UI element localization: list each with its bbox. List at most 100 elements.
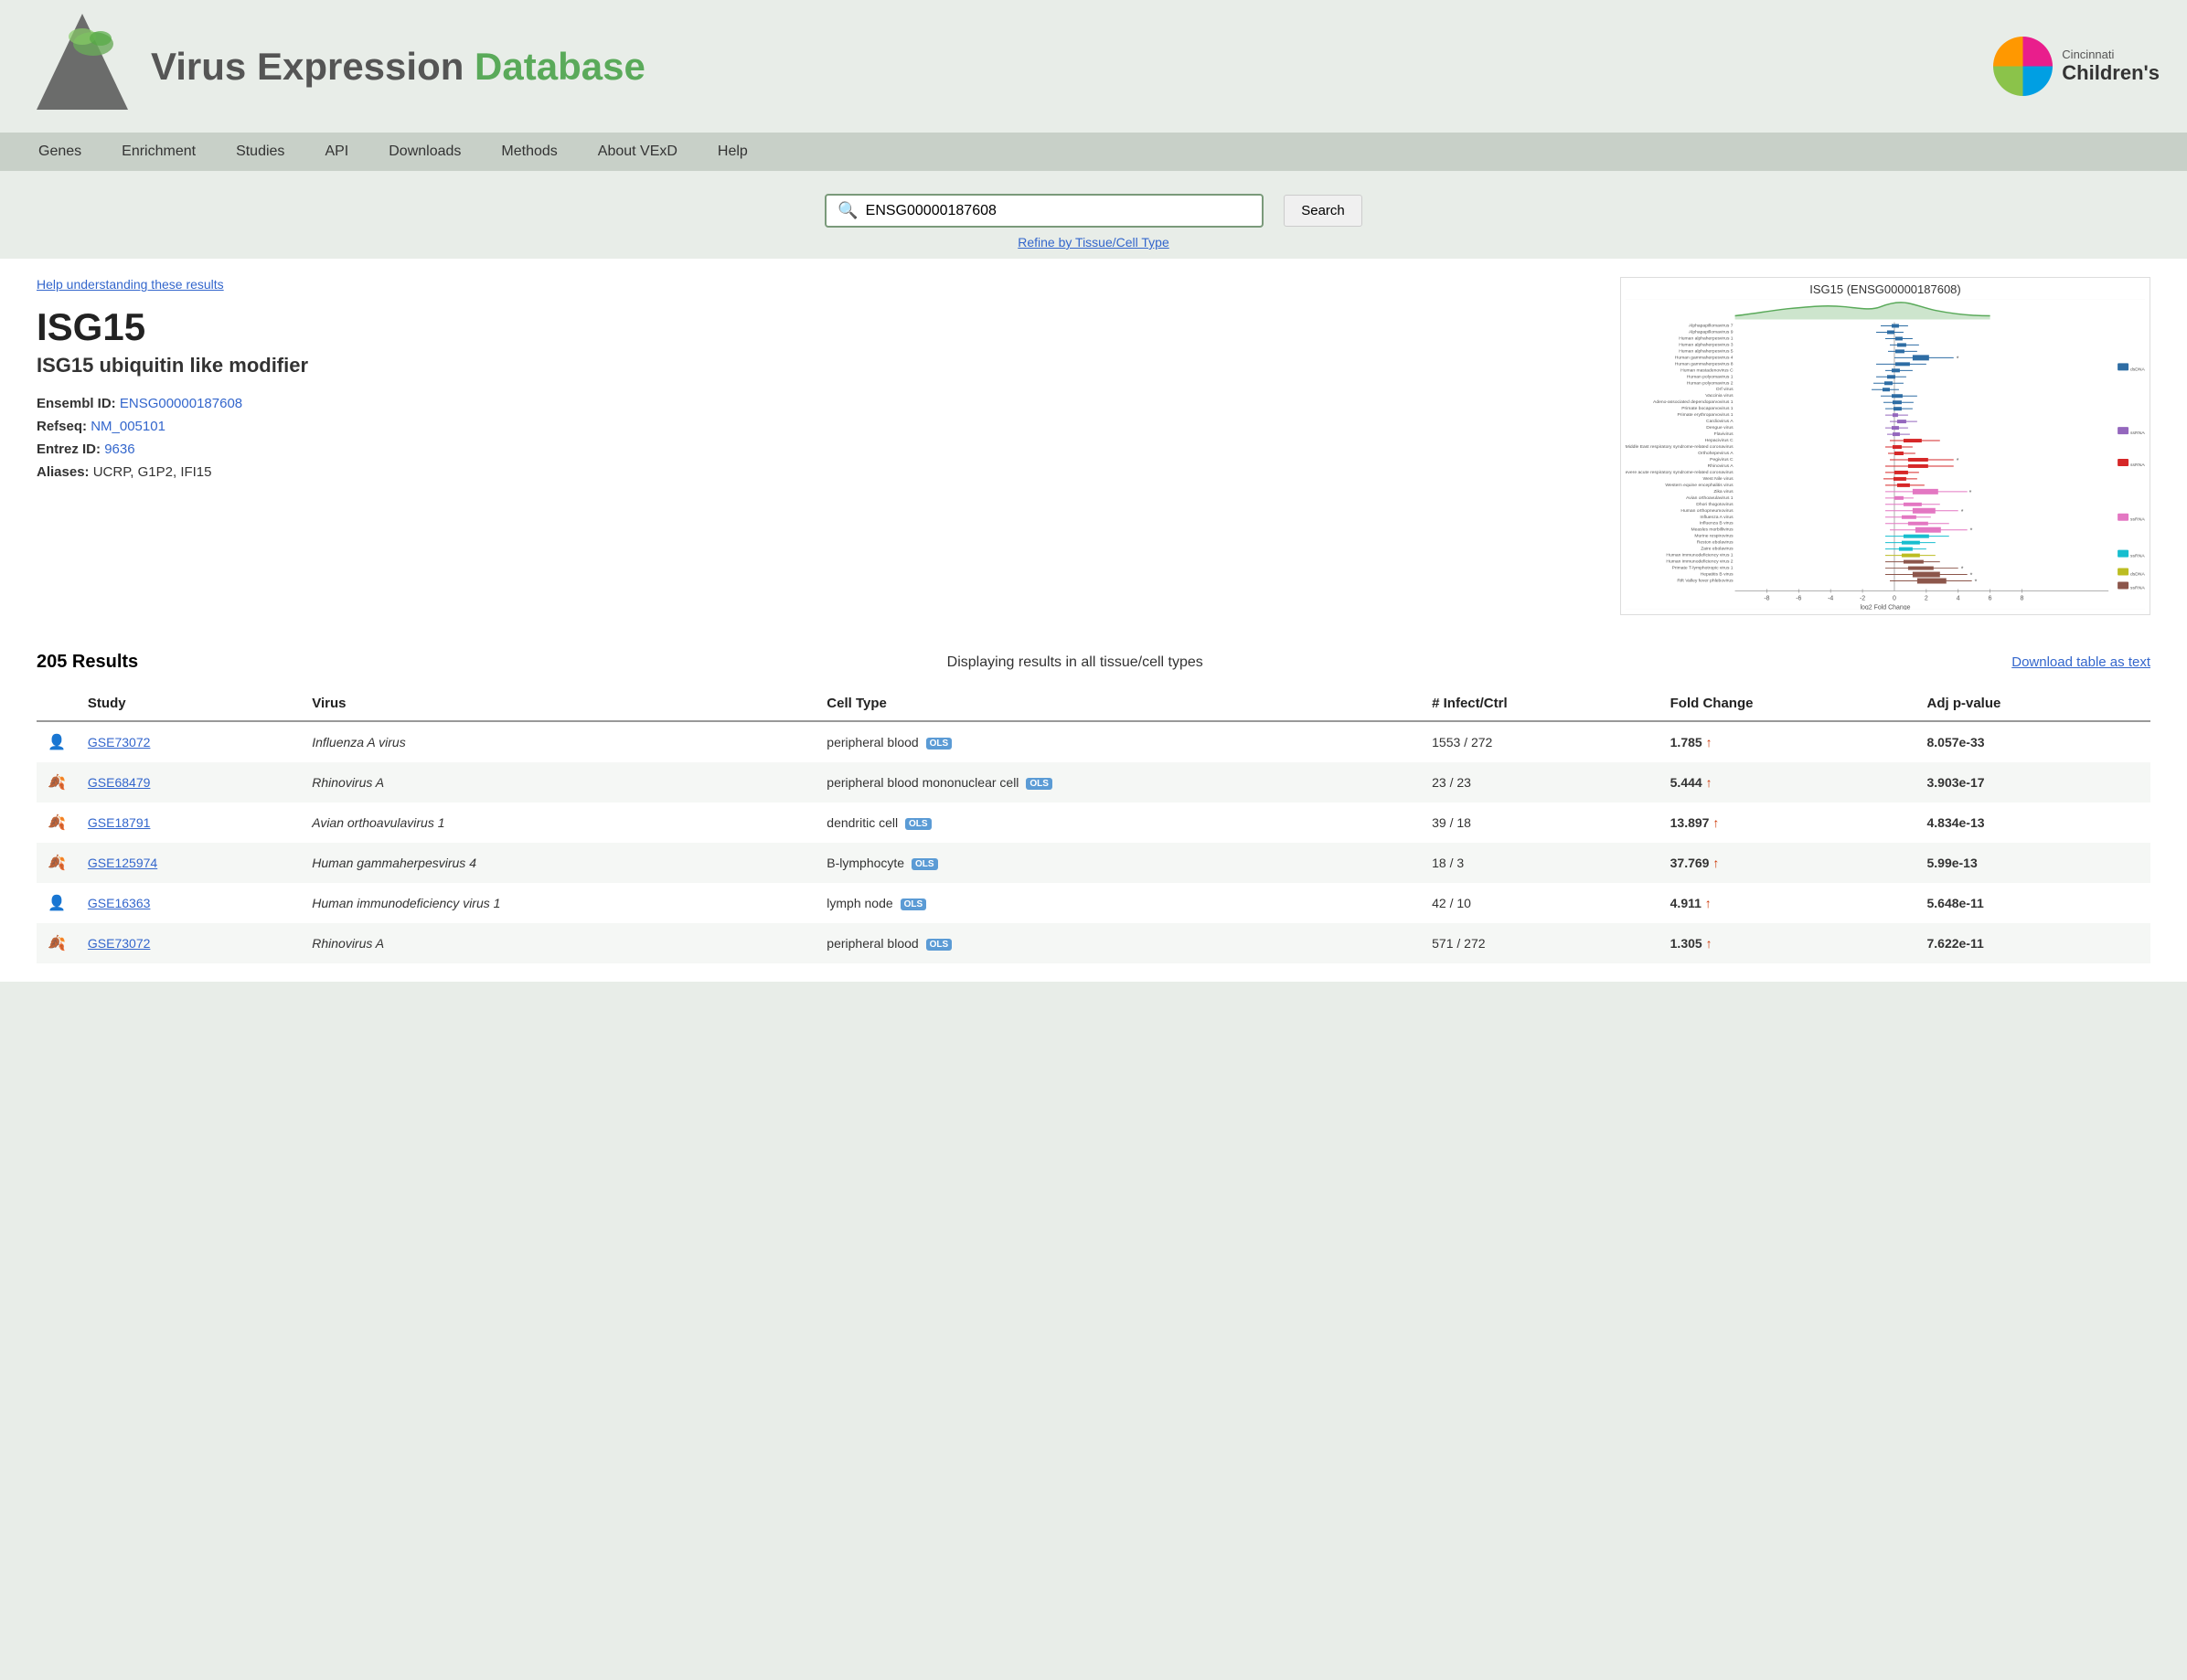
row-type-icon: 👤 — [37, 883, 77, 923]
search-box: 🔍 — [825, 194, 1264, 228]
nav-about[interactable]: About VExD — [578, 133, 698, 171]
study-link[interactable]: GSE73072 — [88, 735, 151, 750]
fold-up-arrow: ↑ — [1712, 856, 1719, 870]
results-header: 205 Results Displaying results in all ti… — [37, 652, 2150, 673]
celltype-cell: peripheral blood OLS — [816, 721, 1421, 762]
adj-p-cell: 8.057e-33 — [1915, 721, 2150, 762]
svg-text:ssRNA(+/-): ssRNA(+/-) — [2130, 431, 2145, 436]
svg-text:ssRNA-RT: ssRNA-RT — [2130, 554, 2145, 559]
leaf-icon: 🍂 — [48, 936, 66, 952]
svg-text:Human gammaherpesvirus 8: Human gammaherpesvirus 8 — [1675, 361, 1734, 367]
leaf-icon: 🍂 — [48, 775, 66, 791]
svg-text:*: * — [1957, 458, 1959, 464]
row-type-icon: 🍂 — [37, 843, 77, 883]
celltype-cell: peripheral blood OLS — [816, 923, 1421, 963]
gene-aliases: Aliases: UCRP, G1P2, IFI15 — [37, 464, 1593, 480]
main-content: Help understanding these results ISG15 I… — [0, 259, 2187, 633]
logo-icon — [27, 9, 137, 119]
svg-text:dsDNA-RT: dsDNA-RT — [2130, 572, 2145, 578]
study-link[interactable]: GSE125974 — [88, 856, 157, 870]
human-icon: 👤 — [48, 896, 66, 911]
col-icon — [37, 686, 77, 721]
nav-studies[interactable]: Studies — [216, 133, 304, 171]
cincinnati-logo: Cincinnati Children's — [1993, 37, 2160, 96]
svg-text:*: * — [1970, 528, 1973, 535]
fold-change-cell: 1.785 ↑ — [1659, 721, 1916, 762]
col-study: Study — [77, 686, 301, 721]
infect-ctrl-cell: 23 / 23 — [1421, 762, 1659, 803]
search-area: 🔍 Search Refine by Tissue/Cell Type — [0, 171, 2187, 259]
download-table-link[interactable]: Download table as text — [2011, 654, 2150, 670]
svg-text:-6: -6 — [1796, 595, 1801, 601]
study-link[interactable]: GSE16363 — [88, 896, 151, 910]
svg-text:Primate bocaparvovirus 1: Primate bocaparvovirus 1 — [1681, 406, 1734, 411]
virus-cell: Rhinovirus A — [301, 762, 816, 803]
svg-text:-2: -2 — [1860, 595, 1865, 601]
svg-text:Human orthopneumovirus: Human orthopneumovirus — [1680, 508, 1734, 514]
row-type-icon: 🍂 — [37, 923, 77, 963]
svg-text:Human alphaherpesvirus 5: Human alphaherpesvirus 5 — [1679, 348, 1734, 354]
svg-text:Avian orthoavulavirus 1: Avian orthoavulavirus 1 — [1686, 495, 1734, 501]
svg-text:Hepatitis B virus: Hepatitis B virus — [1701, 572, 1734, 578]
gene-entrez: Entrez ID: 9636 — [37, 441, 1593, 457]
search-input[interactable] — [866, 203, 1213, 219]
nav-enrichment[interactable]: Enrichment — [101, 133, 216, 171]
svg-text:-8: -8 — [1764, 595, 1769, 601]
celltype-cell: lymph node OLS — [816, 883, 1421, 923]
site-title: Virus Expression Database — [151, 45, 645, 89]
row-type-icon: 👤 — [37, 721, 77, 762]
svg-text:*: * — [1975, 579, 1978, 586]
fold-up-arrow: ↑ — [1706, 775, 1712, 790]
refseq-link[interactable]: NM_005101 — [91, 419, 165, 434]
results-count: 205 Results — [37, 652, 138, 673]
study-cell: GSE16363 — [77, 883, 301, 923]
svg-text:*: * — [1969, 490, 1972, 496]
nav-methods[interactable]: Methods — [481, 133, 577, 171]
search-button[interactable]: Search — [1284, 195, 1362, 227]
svg-text:ssRNA(-): ssRNA(-) — [2130, 517, 2145, 523]
nav-api[interactable]: API — [304, 133, 368, 171]
nav-help[interactable]: Help — [698, 133, 768, 171]
svg-text:Measles morbillivirus: Measles morbillivirus — [1691, 527, 1734, 533]
virus-cell: Human immunodeficiency virus 1 — [301, 883, 816, 923]
celltype-cell: peripheral blood mononuclear cell OLS — [816, 762, 1421, 803]
svg-text:Primate T-lymphotropic virus 1: Primate T-lymphotropic virus 1 — [1672, 566, 1734, 571]
virus-cell: Influenza A virus — [301, 721, 816, 762]
fold-change-cell: 1.305 ↑ — [1659, 923, 1916, 963]
study-link[interactable]: GSE73072 — [88, 936, 151, 951]
entrez-link[interactable]: 9636 — [104, 441, 134, 457]
svg-text:Murine respirovirus: Murine respirovirus — [1694, 534, 1734, 539]
gene-ensembl: Ensembl ID: ENSG00000187608 — [37, 396, 1593, 411]
col-virus: Virus — [301, 686, 816, 721]
fold-change-cell: 37.769 ↑ — [1659, 843, 1916, 883]
ols-badge: OLS — [926, 939, 953, 951]
virus-cell: Avian orthoavulavirus 1 — [301, 803, 816, 843]
nav-downloads[interactable]: Downloads — [368, 133, 481, 171]
svg-text:Human gammaherpesvirus 4: Human gammaherpesvirus 4 — [1675, 355, 1734, 360]
table-row: 🍂 GSE125974 Human gammaherpesvirus 4 B-l… — [37, 843, 2150, 883]
svg-text:-4: -4 — [1828, 595, 1833, 601]
chart-visualization: Alphapapillomavirus 7 Alphapapillomaviru… — [1626, 299, 2145, 610]
adj-p-cell: 4.834e-13 — [1915, 803, 2150, 843]
ols-badge: OLS — [901, 898, 927, 910]
study-cell: GSE18791 — [77, 803, 301, 843]
svg-text:*: * — [1957, 356, 1959, 362]
svg-text:0: 0 — [1893, 595, 1896, 601]
help-link[interactable]: Help understanding these results — [37, 277, 1593, 292]
svg-text:6: 6 — [1989, 595, 1992, 601]
fold-up-arrow: ↑ — [1712, 815, 1719, 830]
study-link[interactable]: GSE68479 — [88, 775, 151, 790]
gene-refseq: Refseq: NM_005101 — [37, 419, 1593, 434]
study-cell: GSE73072 — [77, 923, 301, 963]
nav-genes[interactable]: Genes — [18, 133, 101, 171]
table-row: 👤 GSE16363 Human immunodeficiency virus … — [37, 883, 2150, 923]
gene-title: ISG15 — [37, 305, 1593, 349]
col-foldchange: Fold Change — [1659, 686, 1916, 721]
chart-title: ISG15 (ENSG00000187608) — [1626, 282, 2145, 296]
celltype-cell: dendritic cell OLS — [816, 803, 1421, 843]
refine-link[interactable]: Refine by Tissue/Cell Type — [1018, 235, 1169, 250]
svg-text:Zika virus: Zika virus — [1713, 489, 1734, 494]
svg-text:Cardiovirus A: Cardiovirus A — [1706, 419, 1734, 424]
ensembl-link[interactable]: ENSG00000187608 — [120, 396, 242, 411]
study-link[interactable]: GSE18791 — [88, 815, 151, 830]
